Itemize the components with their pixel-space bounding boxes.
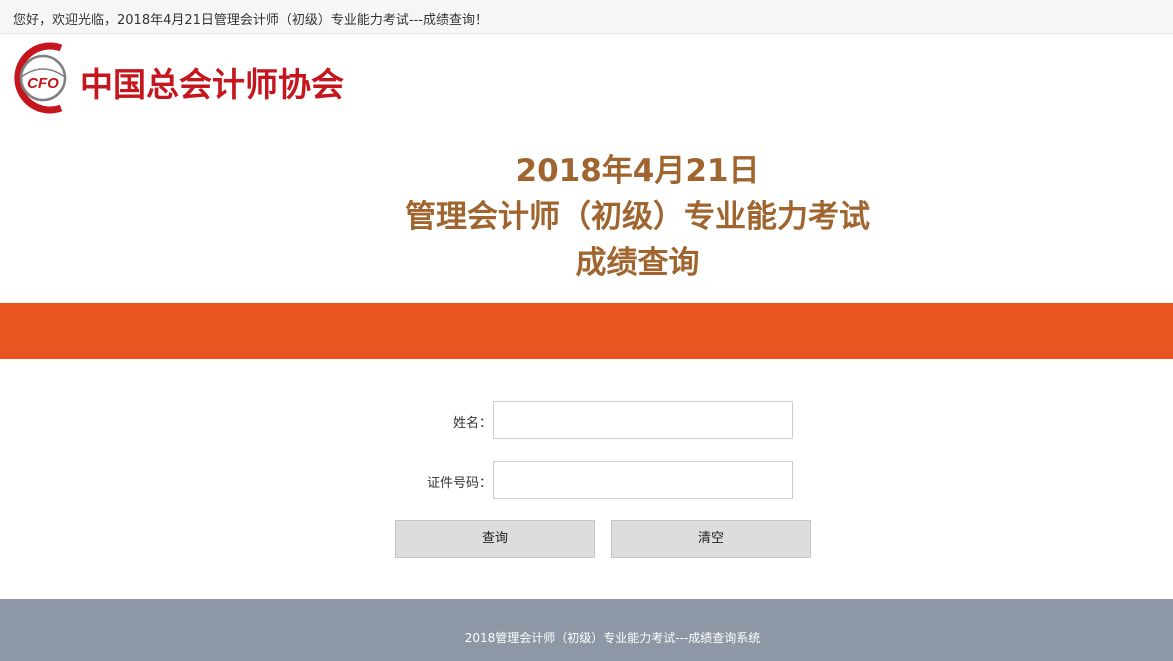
id-number-input[interactable] [493,461,793,499]
top-welcome-bar: 您好，欢迎光临，2018年4月21日管理会计师（初级）专业能力考试---成绩查询… [0,0,1173,34]
name-label: 姓名： [452,416,492,431]
id-number-label: 证件号码： [426,476,492,491]
title-date: 2018年4月21日 [515,153,760,189]
footer: 2018管理会计师（初级）专业能力考试---成绩查询系统 [0,599,1173,661]
title-score-query: 成绩查询 [575,245,700,281]
query-button[interactable]: 查询 [395,520,595,558]
page-title: 2018年4月21日 管理会计师（初级）专业能力考试 成绩查询 [0,148,1173,286]
orange-banner [0,303,1173,359]
clear-button[interactable]: 清空 [611,520,811,558]
cfo-logo: CFO 中国总会计师协会 [6,40,351,116]
title-exam-name: 管理会计师（初级）专业能力考试 [405,199,870,235]
footer-text: 2018管理会计师（初级）专业能力考试---成绩查询系统 [464,631,761,645]
logo-org-name: 中国总会计师协会 [80,65,344,104]
logo-badge-text: CFO [27,75,59,92]
name-input[interactable] [493,401,793,439]
welcome-text: 您好，欢迎光临，2018年4月21日管理会计师（初级）专业能力考试---成绩查询… [13,13,488,28]
logo-graphic: CFO 中国总会计师协会 [14,42,344,114]
